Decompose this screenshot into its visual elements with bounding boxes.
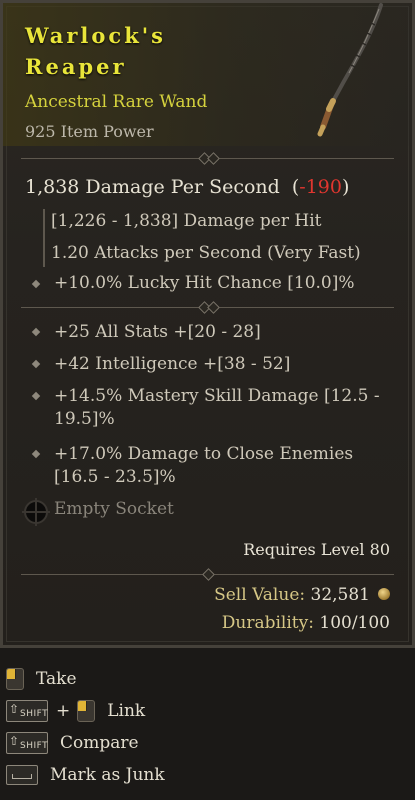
affix-intelligence: +42 Intelligence +[38 - 52] xyxy=(54,354,291,374)
item-type: Ancestral Rare Wand xyxy=(25,92,208,112)
weapon-stats-bracket xyxy=(43,209,45,267)
action-compare[interactable]: ⇧ SHIFT Compare xyxy=(6,730,139,756)
affix-bullet-icon xyxy=(31,449,41,459)
action-take-label: Take xyxy=(36,669,77,689)
dps-change: -190 xyxy=(299,176,342,198)
affix-bullet-icon xyxy=(31,327,41,337)
implicit-affix: +10.0% Lucky Hit Chance [10.0]% xyxy=(54,273,355,293)
item-power: 925 Item Power xyxy=(25,122,154,141)
implicit-bullet-icon xyxy=(31,279,41,289)
gold-coin-icon xyxy=(378,588,390,600)
action-compare-label: Compare xyxy=(60,733,139,753)
item-tooltip: Warlock's Reaper Ancestral Rare Wand 925… xyxy=(0,0,415,648)
level-requirement: Requires Level 80 xyxy=(243,540,390,559)
item-name-line1: Warlock's xyxy=(25,23,167,48)
action-take[interactable]: Take xyxy=(6,666,77,692)
sell-value: Sell Value: 32,581 xyxy=(214,585,370,605)
sell-value-label: Sell Value: xyxy=(214,585,306,605)
action-mark-junk-label: Mark as Junk xyxy=(50,765,165,785)
attacks-per-second: 1.20 Attacks per Second (Very Fast) xyxy=(51,243,361,263)
dps-value: 1,838 Damage Per Second xyxy=(25,176,280,198)
affix-mastery-skill-damage: +14.5% Mastery Skill Damage [12.5 - 19.5… xyxy=(54,386,380,429)
affix-divider xyxy=(21,301,394,314)
item-name-line2: Reaper xyxy=(25,54,127,79)
left-mouse-icon xyxy=(77,700,96,722)
action-mark-junk[interactable]: Mark as Junk xyxy=(6,762,165,788)
socket-label: Empty Socket xyxy=(54,499,174,519)
left-mouse-icon xyxy=(6,668,24,690)
spacebar-icon xyxy=(6,765,38,785)
affix-bullet-icon xyxy=(31,391,41,401)
action-link-label: Link xyxy=(107,701,146,721)
footer-divider xyxy=(21,568,394,581)
affix-close-enemies: +17.0% Damage to Close Enemies [16.5 - 2… xyxy=(54,444,354,487)
durability: Durability: 100/100 xyxy=(222,613,390,633)
affix-all-stats: +25 All Stats +[20 - 28] xyxy=(54,322,261,342)
durability-label: Durability: xyxy=(221,613,314,633)
action-link[interactable]: ⇧ SHIFT + Link xyxy=(6,698,145,724)
shift-key-icon: ⇧ SHIFT xyxy=(6,732,48,754)
empty-socket-icon xyxy=(22,498,50,526)
shift-key-icon: ⇧ SHIFT xyxy=(6,700,48,722)
header-divider xyxy=(21,152,394,165)
wand-icon xyxy=(317,3,383,137)
damage-per-hit: [1,226 - 1,838] Damage per Hit xyxy=(51,211,322,231)
dps-line: 1,838 Damage Per Second (-190) xyxy=(25,176,350,198)
affix-bullet-icon xyxy=(31,359,41,369)
sell-value-amount: 32,581 xyxy=(310,585,370,605)
action-prompts: Take ⇧ SHIFT + Link ⇧ SHIFT Compare Mark a… xyxy=(0,648,415,800)
durability-amount: 100/100 xyxy=(319,613,390,633)
